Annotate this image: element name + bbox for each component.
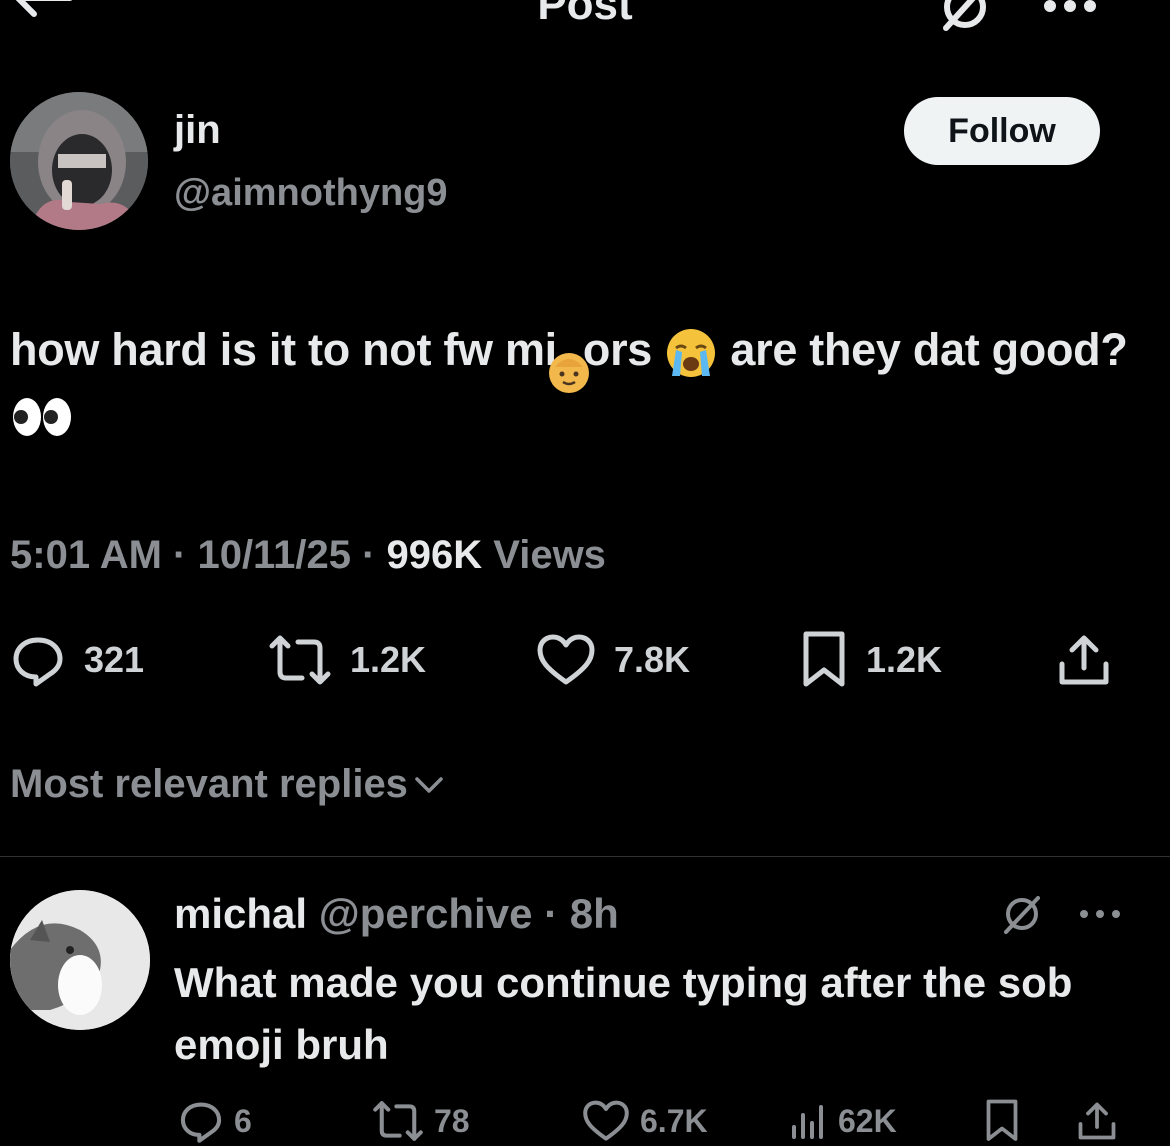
repost-icon [268, 632, 332, 688]
views-label: Views [493, 533, 606, 577]
post-text-part2: ors [582, 324, 665, 375]
repost-action[interactable]: 1.2K [268, 630, 426, 690]
replies-sort-label: Most relevant replies [10, 762, 408, 806]
follow-button[interactable]: Follow [904, 97, 1100, 165]
grok-icon[interactable] [1000, 892, 1044, 936]
heart-icon [536, 632, 596, 688]
reply-icon [178, 1098, 224, 1144]
like-action[interactable]: 7.8K [536, 630, 690, 690]
reply-repost-action[interactable]: 78 [372, 1096, 470, 1146]
reply-views-count: 62K [838, 1102, 897, 1139]
reply-author-name[interactable]: michal [174, 890, 307, 937]
share-icon [1056, 632, 1112, 688]
crying-face-emoji [664, 326, 718, 380]
grok-icon[interactable] [940, 0, 990, 32]
reply-reply-count: 6 [234, 1102, 252, 1139]
author-name[interactable]: jin [174, 108, 221, 153]
share-button[interactable] [1056, 630, 1112, 690]
reply-header: michal @perchive · 8h [174, 890, 619, 938]
post-time: 5:01 AM [10, 533, 162, 577]
reply-count: 321 [84, 639, 145, 680]
chevron-down-icon [414, 775, 444, 795]
reply-reply-action[interactable]: 6 [178, 1096, 252, 1146]
reply-icon [10, 632, 66, 688]
repost-count: 1.2K [350, 639, 427, 680]
repost-icon [372, 1098, 424, 1144]
avatar[interactable] [10, 92, 148, 230]
reply-like-action[interactable]: 6.7K [582, 1096, 708, 1146]
reply-time: 8h [569, 890, 619, 937]
post-date: 10/11/25 [197, 533, 351, 577]
post-text-part3: are they dat good? [718, 324, 1128, 375]
reply-author-handle[interactable]: @perchive [319, 890, 533, 937]
meta-separator: · [350, 533, 387, 577]
meta-separator: · [161, 533, 198, 577]
bookmark-icon [800, 630, 848, 690]
more-icon[interactable] [1040, 0, 1100, 16]
reply-avatar[interactable] [10, 890, 150, 1030]
reply-repost-count: 78 [434, 1102, 470, 1139]
heart-icon [582, 1098, 630, 1144]
page-title: Post [537, 0, 633, 29]
reply-like-count: 6.7K [640, 1102, 708, 1139]
bookmark-count: 1.2K [866, 639, 943, 680]
author-handle[interactable]: @aimnothyng9 [174, 172, 448, 215]
post-text: how hard is it to not fw mi ors are they… [10, 318, 1130, 446]
replies-sort-dropdown[interactable]: Most relevant replies [10, 762, 444, 807]
post-text-part1: how hard is it to not fw mi [10, 324, 557, 375]
eyes-emoji [10, 395, 74, 439]
views-chart-icon [788, 1101, 828, 1141]
reply-bookmark-action[interactable] [984, 1096, 1020, 1146]
reply-separator: · [532, 890, 570, 937]
reply-text: What made you continue typing after the … [174, 959, 1073, 1068]
more-icon[interactable] [1076, 906, 1124, 922]
divider [0, 856, 1170, 857]
reply-share-button[interactable] [1076, 1096, 1118, 1146]
views-count[interactable]: 996K [387, 533, 483, 577]
bookmark-action[interactable]: 1.2K [800, 630, 942, 690]
baby-emoji [548, 333, 589, 394]
reply-action[interactable]: 321 [10, 630, 144, 690]
post-meta: 5:01 AM · 10/11/25 · 996K Views [10, 533, 606, 578]
like-count: 7.8K [614, 639, 691, 680]
reply-views-action[interactable]: 62K [788, 1096, 897, 1146]
bookmark-icon [984, 1098, 1020, 1144]
share-icon [1076, 1098, 1118, 1144]
